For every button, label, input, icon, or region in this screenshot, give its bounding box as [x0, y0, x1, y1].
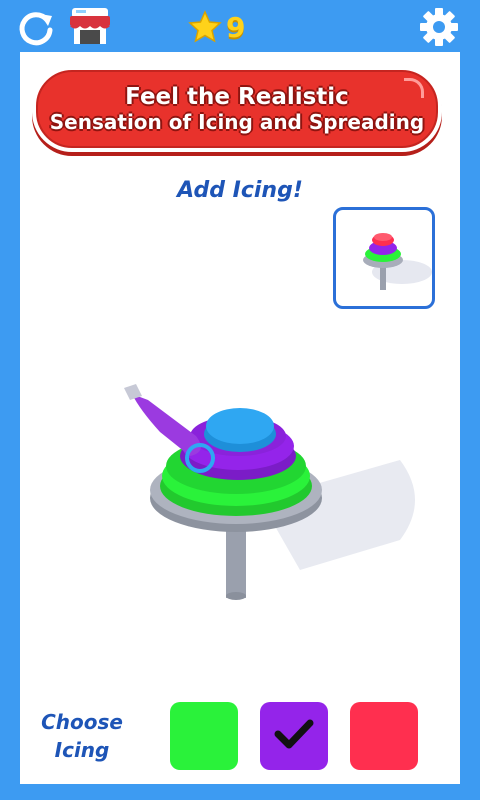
shop-icon[interactable] — [68, 6, 112, 48]
star-icon — [188, 10, 222, 44]
banner-title: Feel the Realistic — [125, 84, 349, 111]
choose-icing-label-line1: Choose — [41, 710, 123, 734]
banner-subtitle: Sensation of Icing and Spreading — [49, 109, 425, 134]
top-bar: 9 — [0, 0, 480, 52]
choose-icing-label-line2: Icing — [54, 738, 110, 762]
stars-count: 9 — [226, 10, 246, 44]
banner-gloss — [404, 78, 424, 98]
promo-banner: Feel the Realistic Sensation of Icing an… — [32, 66, 442, 152]
gear-icon[interactable] — [418, 6, 460, 48]
choose-icing-label: Choose Icing — [34, 708, 130, 764]
icing-option-red[interactable] — [350, 702, 418, 770]
instruction-text: Add Icing! — [177, 178, 303, 203]
cake-turntable-scene[interactable] — [110, 370, 430, 610]
restart-icon[interactable] — [16, 8, 56, 48]
target-cake-preview — [333, 207, 435, 309]
icing-option-purple[interactable] — [260, 702, 328, 770]
checkmark-icon — [274, 717, 314, 755]
stars-counter: 9 — [188, 10, 245, 44]
icing-option-green[interactable] — [170, 702, 238, 770]
